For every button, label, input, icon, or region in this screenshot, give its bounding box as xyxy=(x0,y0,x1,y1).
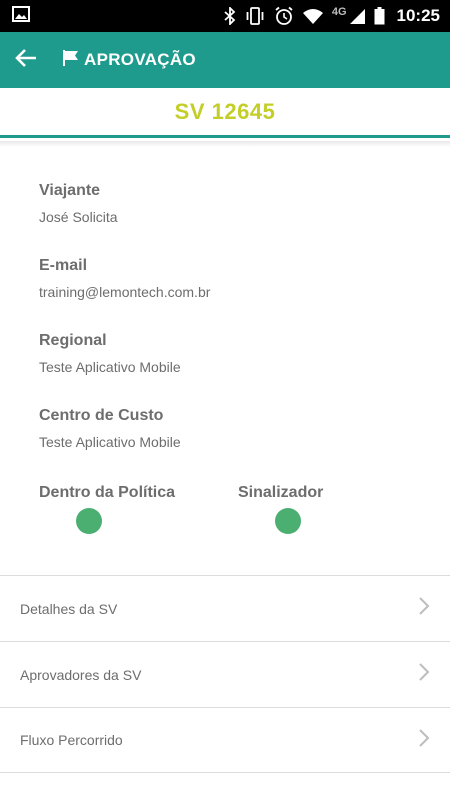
vibrate-icon xyxy=(244,7,266,25)
flag-status-dot xyxy=(275,508,301,534)
policy-indicator: Dentro da Política xyxy=(39,482,176,534)
field-label: Viajante xyxy=(39,182,101,199)
field-label: Centro de Custo xyxy=(39,407,164,424)
field-label: E-mail xyxy=(39,257,88,274)
page-title: APROVAÇÃO xyxy=(84,50,196,69)
menu-item-sv-approvers[interactable]: Aprovadores da SV xyxy=(0,641,450,707)
details-section: Viajante José Solicita E-mail training@l… xyxy=(39,180,419,480)
chevron-right-icon xyxy=(418,596,430,621)
field-email: E-mail training@lemontech.com.br xyxy=(39,255,419,330)
flag-indicator: Sinalizador xyxy=(238,482,324,534)
menu-item-label: Detalhes da SV xyxy=(20,600,118,617)
chevron-right-icon xyxy=(418,728,430,753)
field-traveler: Viajante José Solicita xyxy=(39,180,419,255)
alarm-icon xyxy=(274,6,294,26)
menu-item-label: Aprovadores da SV xyxy=(20,666,142,683)
menu-list: Detalhes da SV Aprovadores da SV Fluxo P… xyxy=(0,575,450,773)
flag-indicator-label: Sinalizador xyxy=(238,484,324,501)
field-value: José Solicita xyxy=(39,209,118,225)
chevron-right-icon xyxy=(418,662,430,687)
policy-indicator-label: Dentro da Política xyxy=(39,484,176,501)
menu-item-flow[interactable]: Fluxo Percorrido xyxy=(0,707,450,773)
wifi-icon xyxy=(302,8,324,25)
field-value: training@lemontech.com.br xyxy=(39,284,211,300)
arrow-left-icon xyxy=(15,48,37,73)
menu-item-label: Fluxo Percorrido xyxy=(20,732,123,748)
clock: 10:25 xyxy=(396,6,440,25)
flag-icon xyxy=(62,49,80,72)
field-value: Teste Aplicativo Mobile xyxy=(39,434,181,450)
status-indicators: Dentro da Política Sinalizador xyxy=(39,482,419,542)
sv-number: SV 12645 xyxy=(174,98,276,124)
battery-icon xyxy=(374,7,385,25)
header-shadow xyxy=(0,141,450,147)
back-button[interactable] xyxy=(0,32,52,88)
field-cost-center: Centro de Custo Teste Aplicativo Mobile xyxy=(39,405,419,480)
field-regional: Regional Teste Aplicativo Mobile xyxy=(39,330,419,405)
status-bar: 4G 10:25 xyxy=(0,0,450,32)
gallery-notification-icon xyxy=(12,5,30,27)
menu-item-sv-details[interactable]: Detalhes da SV xyxy=(0,575,450,641)
network-type-label: 4G xyxy=(331,6,347,18)
field-label: Regional xyxy=(39,332,107,349)
signal-icon xyxy=(349,8,366,25)
field-value: Teste Aplicativo Mobile xyxy=(39,359,181,375)
bluetooth-icon xyxy=(224,7,236,25)
sv-header: SV 12645 xyxy=(0,88,450,138)
policy-status-dot xyxy=(76,508,102,534)
app-bar: APROVAÇÃO xyxy=(0,32,450,88)
